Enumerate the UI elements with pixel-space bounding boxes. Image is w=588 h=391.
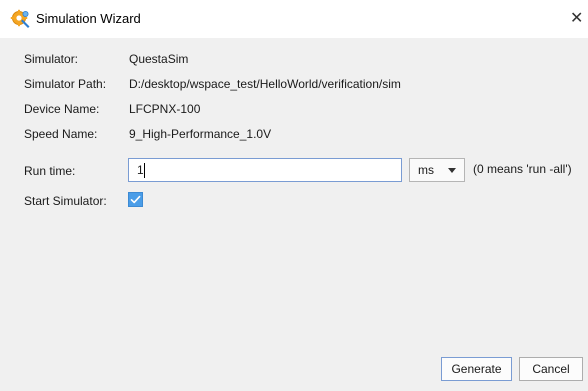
generate-button[interactable]: Generate: [441, 357, 512, 381]
checkmark-icon: [130, 195, 141, 204]
simulator-row: Simulator: QuestaSim: [24, 50, 564, 68]
simulation-wizard-dialog: Simulation Wizard ✕ Simulator: QuestaSim…: [0, 0, 588, 391]
title-bar: Simulation Wizard ✕: [0, 0, 588, 38]
dialog-body: Simulator: QuestaSim Simulator Path: D:/…: [0, 38, 588, 391]
start-simulator-checkbox[interactable]: [128, 192, 143, 207]
speed-name-row: Speed Name: 9_High-Performance_1.0V: [24, 125, 564, 143]
run-time-unit-value: ms: [418, 163, 434, 177]
speed-name-label: Speed Name:: [24, 127, 98, 141]
run-time-hint: (0 means 'run -all'): [473, 162, 572, 176]
run-time-input[interactable]: 1: [128, 158, 402, 182]
chevron-down-icon: [448, 168, 456, 173]
simulator-path-row: Simulator Path: D:/desktop/wspace_test/H…: [24, 75, 564, 93]
device-name-label: Device Name:: [24, 102, 100, 116]
simulator-path-value: D:/desktop/wspace_test/HelloWorld/verifi…: [129, 77, 401, 91]
start-simulator-label: Start Simulator:: [24, 194, 107, 208]
run-time-value: 1: [137, 163, 144, 177]
close-button[interactable]: ✕: [570, 4, 588, 34]
simulator-label: Simulator:: [24, 52, 79, 66]
window-title: Simulation Wizard: [36, 11, 141, 26]
run-time-label: Run time:: [24, 164, 76, 178]
start-simulator-row: Start Simulator:: [24, 192, 124, 210]
simulator-path-label: Simulator Path:: [24, 77, 107, 91]
speed-name-value: 9_High-Performance_1.0V: [129, 127, 272, 141]
run-time-row: Run time:: [24, 162, 124, 180]
device-name-value: LFCPNX-100: [129, 102, 201, 116]
text-caret: [144, 163, 145, 178]
simulator-value: QuestaSim: [129, 52, 189, 66]
simulation-wizard-gear-icon: [10, 9, 30, 29]
run-time-unit-select[interactable]: ms: [409, 158, 465, 182]
device-name-row: Device Name: LFCPNX-100: [24, 100, 564, 118]
cancel-button[interactable]: Cancel: [519, 357, 583, 381]
